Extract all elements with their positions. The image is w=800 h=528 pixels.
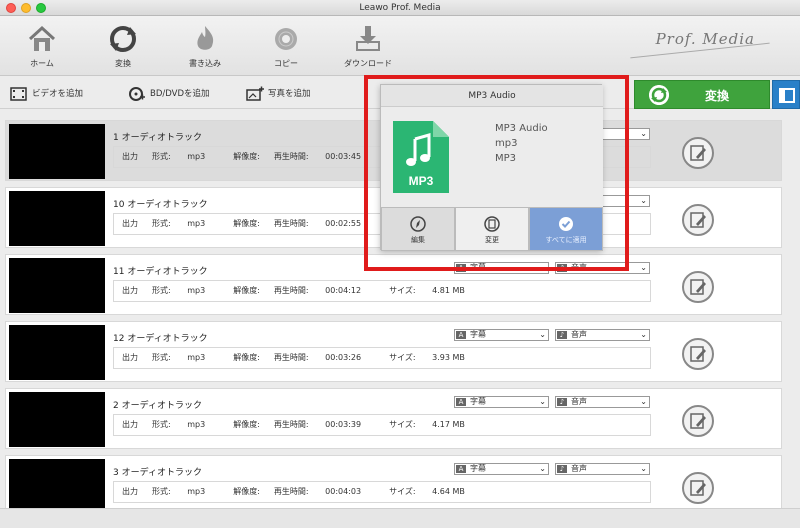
convert-button[interactable]: 変換 [634,80,770,109]
audio-icon: ♪ [557,465,567,473]
track-title: 11 オーディオトラック [113,267,208,277]
edit-icon [690,279,706,295]
list-item[interactable]: 2 オーディオトラック A 字幕 ⌄ ♪ 音声 ⌄ 出力 形式: mp3 解像度: 再生時間:… [5,388,782,449]
sidebar-toggle-button[interactable] [772,80,800,109]
subtitle-dropdown[interactable]: A 字幕 ⌄ [454,329,549,341]
edit-icon [690,346,706,362]
edit-button[interactable] [682,338,714,370]
thumbnail [9,459,105,514]
edit-button[interactable] [682,405,714,437]
thumbnail [9,124,105,179]
photo-add-icon [246,86,264,101]
main-toolbar: ホーム 変換 書き込み コピー ダウンロード Prof. Media [0,16,800,76]
subtitle-icon: A [456,331,466,339]
list-item[interactable]: 12 オーディオトラック A 字幕 ⌄ ♪ 音声 ⌄ 出力 形式: mp3 解像度: 再生時間… [5,321,782,382]
chevron-down-icon: ⌄ [640,397,647,406]
edit-button[interactable] [682,472,714,504]
add-video-button[interactable]: ビデオを追加 [10,86,83,102]
track-title: 3 オーディオトラック [113,468,202,478]
subtitle-dropdown[interactable]: A 字幕 ⌄ [454,463,549,475]
edit-button[interactable] [682,204,714,236]
edit-icon [690,145,706,161]
audio-icon: ♪ [557,398,567,406]
track-title: 2 オーディオトラック [113,401,202,411]
convert-icon [649,85,669,105]
film-icon [10,87,27,101]
chevron-down-icon: ⌄ [539,330,546,339]
home-tab[interactable]: ホーム [12,24,72,69]
zoom-window-button[interactable] [36,3,46,13]
status-bar [0,508,800,528]
close-window-button[interactable] [6,3,16,13]
subtitle-dropdown[interactable]: A 字幕 ⌄ [454,396,549,408]
track-title: 10 オーディオトラック [113,200,208,210]
burn-tab[interactable]: 書き込み [175,24,235,69]
chevron-down-icon: ⌄ [539,464,546,473]
audio-dropdown[interactable]: ♪ 音声 ⌄ [555,463,650,475]
track-info: 出力 形式: mp3 解像度: 再生時間: 00:03:26 サイズ: 3.93 MB [113,347,651,369]
edit-button[interactable] [682,271,714,303]
thumbnail [9,191,105,246]
thumbnail [9,325,105,380]
audio-icon: ♪ [557,331,567,339]
audio-dropdown[interactable]: ♪ 音声 ⌄ [555,396,650,408]
convert-tab[interactable]: 変換 [93,24,153,69]
subtitle-icon: A [456,465,466,473]
disc-add-icon [129,87,145,101]
add-bd-dvd-button[interactable]: BD/DVDを追加 [128,86,210,102]
edit-icon [690,480,706,496]
disc-copy-icon [275,28,297,50]
subtitle-icon: A [456,398,466,406]
track-title: 1 オーディオトラック [113,133,202,143]
window-title: Leawo Prof. Media [359,3,441,13]
add-photo-button[interactable]: 写真を追加 [246,86,311,102]
chevron-down-icon: ⌄ [640,129,647,138]
copy-tab[interactable]: コピー [256,24,316,69]
title-bar: Leawo Prof. Media [0,0,800,16]
track-info: 出力 形式: mp3 解像度: 再生時間: 00:04:12 サイズ: 4.81 MB [113,280,651,302]
convert-icon [110,26,136,52]
chevron-down-icon: ⌄ [640,196,647,205]
chevron-down-icon: ⌄ [640,330,647,339]
burn-icon [197,26,214,50]
track-title: 12 オーディオトラック [113,334,208,344]
track-info: 出力 形式: mp3 解像度: 再生時間: 00:04:03 サイズ: 4.64 MB [113,481,651,503]
track-info: 出力 形式: mp3 解像度: 再生時間: 00:03:39 サイズ: 4.17 MB [113,414,651,436]
thumbnail [9,258,105,313]
audio-dropdown[interactable]: ♪ 音声 ⌄ [555,329,650,341]
download-tab[interactable]: ダウンロード [338,24,398,69]
edit-icon [690,413,706,429]
chevron-down-icon: ⌄ [640,464,647,473]
thumbnail [9,392,105,447]
edit-button[interactable] [682,137,714,169]
chevron-down-icon: ⌄ [539,397,546,406]
edit-icon [690,212,706,228]
download-icon [356,26,380,51]
highlight-frame [364,75,629,271]
panel-icon [779,88,795,103]
chevron-down-icon: ⌄ [640,263,647,272]
home-icon [28,25,56,51]
minimize-window-button[interactable] [21,3,31,13]
list-item[interactable]: 3 オーディオトラック A 字幕 ⌄ ♪ 音声 ⌄ 出力 形式: mp3 解像度: 再生時間:… [5,455,782,516]
